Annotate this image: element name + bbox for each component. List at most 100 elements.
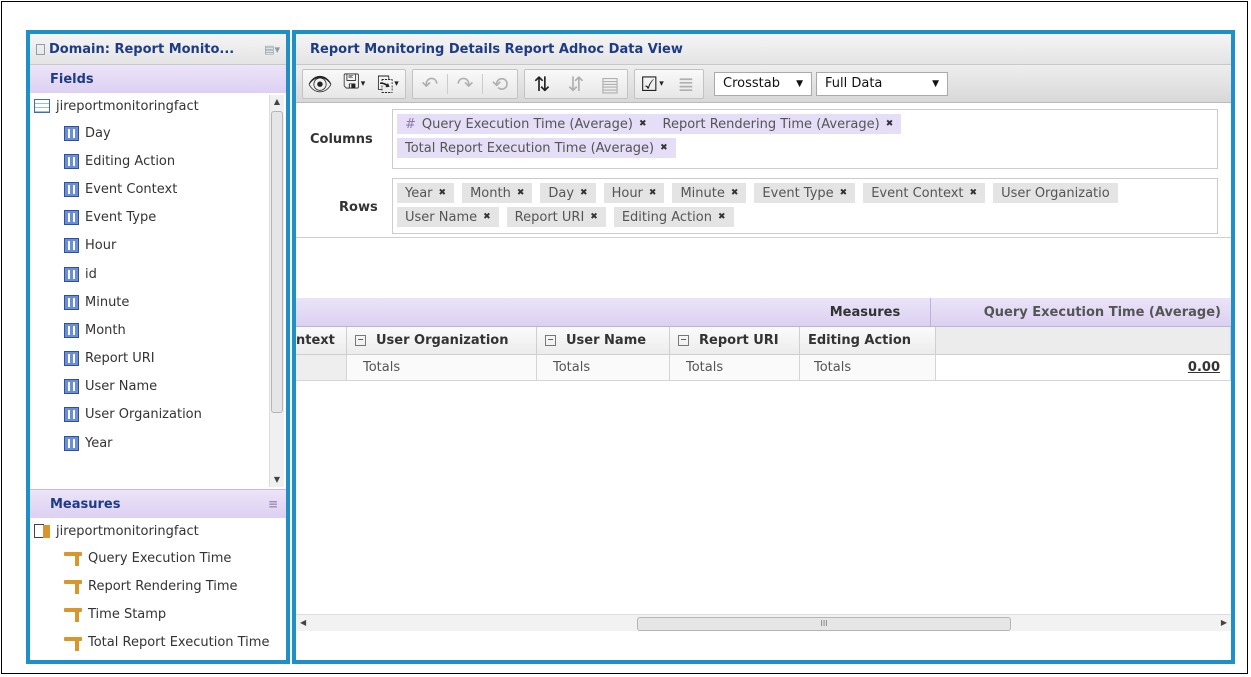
row-chip[interactable]: Event Type ✖ (754, 183, 856, 203)
switch-icon[interactable]: ⇅ (525, 70, 559, 98)
columns-drop-zone[interactable]: # Query Execution Time (Average) ✖ Repor… (392, 109, 1218, 169)
fields-scrollbar[interactable]: ▲ ▼ (269, 95, 284, 487)
row-header-user-name[interactable]: − User Name (537, 327, 670, 355)
scroll-thumb[interactable] (271, 111, 283, 413)
remove-chip-icon[interactable]: ✖ (580, 188, 588, 198)
measures-header-band: Measures Query Execution Time (Average) (296, 298, 1231, 327)
field-item[interactable]: Minute (30, 288, 286, 316)
row-chip[interactable]: Year ✖ (397, 183, 455, 203)
remove-chip-icon[interactable]: ✖ (639, 119, 647, 129)
eye-icon[interactable]: 👁 (303, 70, 337, 98)
remove-chip-icon[interactable]: ✖ (731, 188, 739, 198)
field-item[interactable]: Report URI (30, 345, 286, 373)
export-icon[interactable]: ⎘ ▾ (371, 70, 405, 98)
redo-icon[interactable]: ↷ (448, 70, 482, 98)
field-item[interactable]: User Name (30, 373, 286, 401)
field-label: Editing Action (85, 153, 176, 169)
domain-header[interactable]: Domain: Report Monito... ▤▾ (30, 34, 286, 65)
field-label: Month (85, 322, 126, 338)
grip-icon[interactable]: ≡ (268, 497, 278, 511)
measure-item[interactable]: Time Stamp (30, 600, 286, 628)
remove-chip-icon[interactable]: ✖ (439, 188, 447, 198)
row-chip[interactable]: Report URI ✖ (506, 207, 606, 227)
column-chip[interactable]: Total Report Execution Time (Average) ✖ (397, 138, 676, 158)
field-item[interactable]: Event Context (30, 175, 286, 203)
remove-chip-icon[interactable]: ✖ (649, 188, 657, 198)
chip-label: Hour (611, 185, 643, 201)
row-chip[interactable]: User Name ✖ (397, 207, 499, 227)
toolbar-group-history: ↶ ↷ ⟲ (412, 68, 518, 99)
measure-table-icon (34, 524, 50, 538)
measure-item[interactable]: Report Rendering Time (30, 572, 286, 600)
field-icon (64, 322, 79, 338)
select-icon[interactable]: ☑ ▾ (635, 70, 669, 98)
field-item[interactable]: Month (30, 316, 286, 344)
scroll-up-icon[interactable]: ▲ (270, 95, 284, 109)
scroll-down-icon[interactable]: ▼ (270, 473, 284, 487)
data-view-panel: Report Monitoring Details Report Adhoc D… (292, 30, 1235, 664)
view-type-select[interactable]: Crosstab ▼ (714, 71, 812, 96)
measure-item[interactable]: Total Report Execution Time (30, 629, 286, 657)
remove-chip-icon[interactable]: ✖ (886, 119, 894, 129)
field-icon (64, 125, 79, 141)
options-icon[interactable]: ▤ (593, 70, 627, 98)
remove-chip-icon[interactable]: ✖ (517, 188, 525, 198)
total-value-cell[interactable]: 0.00 (936, 355, 1231, 381)
field-icon (64, 407, 79, 423)
chip-label: Report URI (514, 209, 585, 225)
row-header-user-organization[interactable]: − User Organization (347, 327, 537, 355)
field-item[interactable]: Hour (30, 232, 286, 260)
collapse-icon[interactable]: − (545, 335, 556, 346)
rows-drop-zone[interactable]: Year ✖ Month ✖ Day ✖ Hour ✖ Minute ✖ Event Type ✖ Ev… (392, 178, 1218, 234)
sort-icon[interactable]: ⇵ (559, 70, 593, 98)
measure-item[interactable]: Query Execution Time (30, 544, 286, 572)
remove-chip-icon[interactable]: ✖ (840, 188, 848, 198)
scroll-right-icon[interactable]: ▶ (1221, 615, 1227, 631)
remove-chip-icon[interactable]: ✖ (590, 212, 598, 222)
fields-root-node[interactable]: jireportmonitoringfact (30, 93, 286, 119)
row-chip[interactable]: User Organizatio (993, 183, 1118, 203)
query-icon[interactable]: ≣ (669, 70, 703, 98)
measures-root-label: jireportmonitoringfact (56, 523, 199, 539)
field-item[interactable]: Year (30, 429, 286, 457)
row-header-event-context[interactable]: ntext (296, 327, 347, 355)
field-item[interactable]: id (30, 260, 286, 288)
measures-tree: jireportmonitoringfact Query Execution T… (30, 518, 286, 657)
grid-horizontal-scrollbar[interactable]: ◀ III ▶ (296, 614, 1231, 631)
collapse-icon[interactable]: − (355, 335, 366, 346)
row-header-label: Editing Action (808, 333, 912, 348)
collapse-icon[interactable]: − (678, 335, 689, 346)
measures-root-node[interactable]: jireportmonitoringfact (30, 518, 286, 544)
row-chip[interactable]: Minute ✖ (672, 183, 747, 203)
field-item[interactable]: Editing Action (30, 147, 286, 175)
row-header-editing-action[interactable]: Editing Action (800, 327, 936, 355)
row-chip[interactable]: Month ✖ (462, 183, 533, 203)
remove-chip-icon[interactable]: ✖ (718, 212, 726, 222)
field-item[interactable]: User Organization (30, 401, 286, 429)
remove-chip-icon[interactable]: ✖ (970, 188, 978, 198)
field-item[interactable]: Day (30, 119, 286, 147)
undo-all-icon[interactable]: ⟲ (483, 70, 517, 98)
measure-column-header[interactable]: Query Execution Time (Average) (936, 298, 1231, 326)
column-chip[interactable]: # Query Execution Time (Average) ✖ (397, 114, 655, 134)
row-chip[interactable]: Editing Action ✖ (613, 207, 734, 227)
collapse-panel-icon[interactable] (36, 43, 45, 55)
scroll-left-icon[interactable]: ◀ (300, 615, 306, 631)
panel-menu-icon[interactable]: ▤▾ (264, 43, 280, 56)
field-item[interactable]: Event Type (30, 204, 286, 232)
row-chip[interactable]: Hour ✖ (603, 183, 665, 203)
data-mode-select[interactable]: Full Data ▼ (816, 71, 948, 96)
row-chip[interactable]: Event Context ✖ (863, 183, 986, 203)
scroll-thumb[interactable]: III (637, 617, 1011, 631)
field-label: User Organization (85, 407, 202, 423)
row-chip[interactable]: Day ✖ (540, 183, 596, 203)
row-header-report-uri[interactable]: − Report URI (670, 327, 800, 355)
remove-chip-icon[interactable]: ✖ (660, 143, 668, 153)
undo-icon[interactable]: ↶ (413, 70, 447, 98)
chip-label: Event Type (762, 185, 834, 201)
toolbar-group-file: 👁 🖫 ▾ ⎘ ▾ (302, 68, 406, 99)
remove-chip-icon[interactable]: ✖ (483, 212, 491, 222)
column-chip[interactable]: Report Rendering Time (Average) ✖ (654, 114, 902, 134)
save-icon[interactable]: 🖫 ▾ (337, 69, 371, 98)
measure-subheader (936, 327, 1231, 355)
